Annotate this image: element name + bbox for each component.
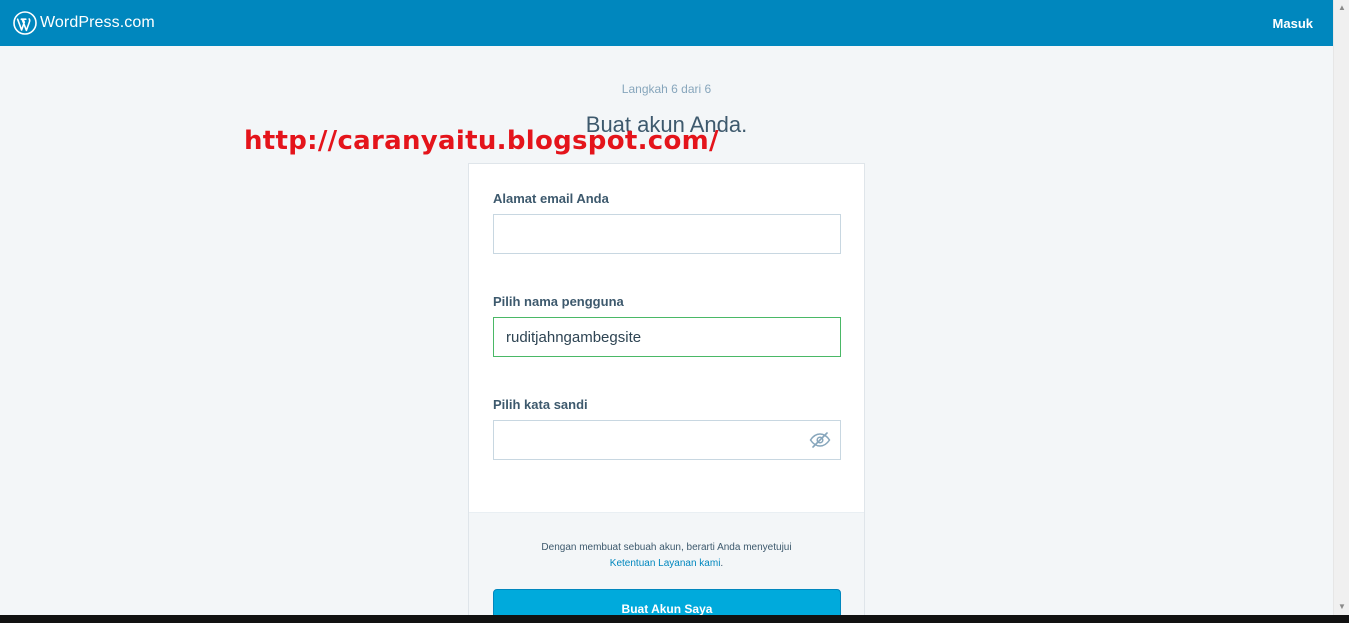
username-field[interactable] xyxy=(493,317,841,357)
tos-period: . xyxy=(720,558,724,569)
password-label: Pilih kata sandi xyxy=(493,397,588,412)
signup-form-card: Alamat email Anda Pilih nama pengguna Pi… xyxy=(468,163,865,623)
scroll-up-icon[interactable]: ▲ xyxy=(1334,0,1349,16)
wordpress-logo-link[interactable]: WordPress.com xyxy=(13,11,155,35)
step-indicator: Langkah 6 dari 6 xyxy=(621,82,712,96)
masterbar: WordPress.com Masuk xyxy=(0,0,1333,46)
watermark-text: http://caranyaitu.blogspot.com/ xyxy=(244,126,719,156)
scroll-down-icon[interactable]: ▼ xyxy=(1334,599,1349,615)
email-label: Alamat email Anda xyxy=(493,191,609,206)
email-field[interactable] xyxy=(493,214,841,254)
bottom-edge xyxy=(0,615,1349,623)
terms-of-service-text: Dengan membuat sebuah akun, berarti Anda… xyxy=(469,540,864,572)
eye-off-icon[interactable] xyxy=(809,432,831,448)
login-link[interactable]: Masuk xyxy=(1273,16,1313,31)
brand-name: WordPress.com xyxy=(40,14,155,31)
password-field[interactable] xyxy=(493,420,841,460)
wordpress-logo-icon xyxy=(13,11,37,35)
username-label: Pilih nama pengguna xyxy=(493,294,624,309)
terms-of-service-link[interactable]: Ketentuan Layanan kami xyxy=(610,558,721,569)
form-footer: Dengan membuat sebuah akun, berarti Anda… xyxy=(469,512,864,623)
vertical-scrollbar[interactable]: ▲ ▼ xyxy=(1333,0,1349,615)
tos-text: Dengan membuat sebuah akun, berarti Anda… xyxy=(541,542,792,553)
